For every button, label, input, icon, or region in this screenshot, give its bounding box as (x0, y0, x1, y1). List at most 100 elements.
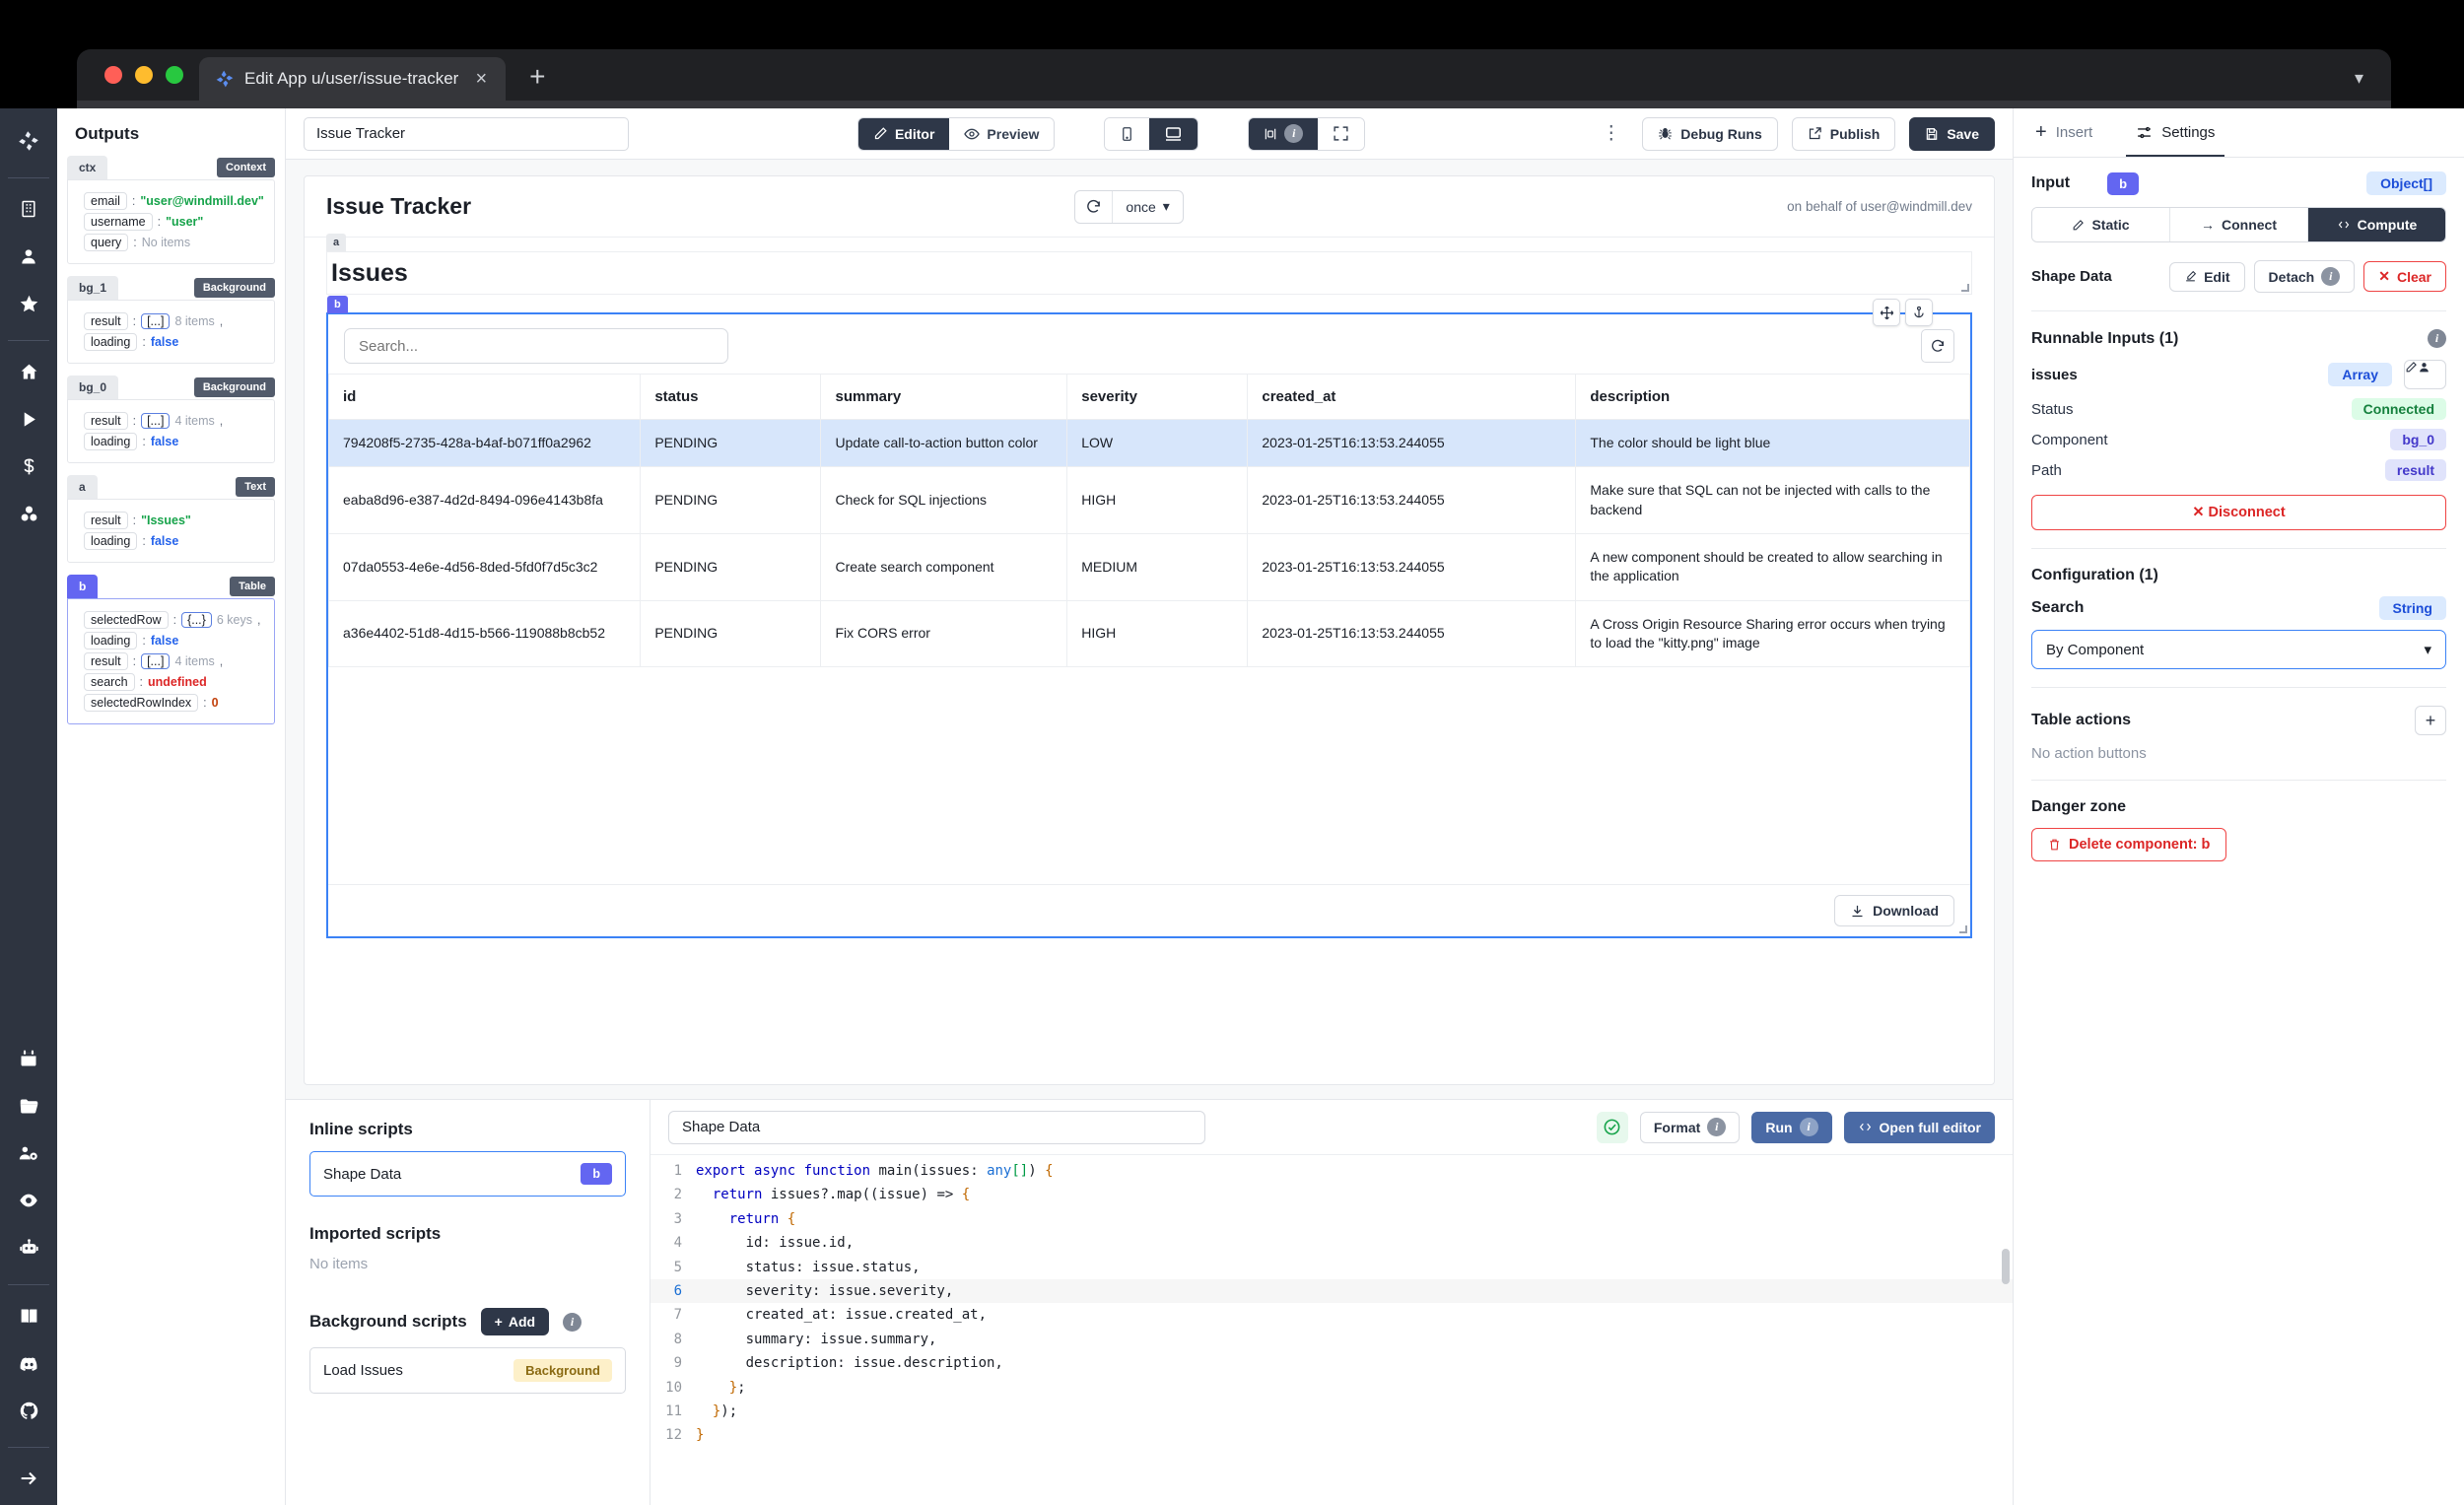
shape-detach-button[interactable]: Detach i (2253, 260, 2356, 293)
editor-preview-toggle[interactable]: Editor Preview (856, 116, 1056, 151)
output-expand-chip[interactable]: [...] (141, 313, 171, 329)
runs-play-icon[interactable] (11, 398, 46, 440)
add-background-script-button[interactable]: + Add (480, 1308, 550, 1335)
run-info-icon[interactable]: i (1799, 1118, 1818, 1136)
maximize-window-button[interactable] (166, 66, 183, 84)
runnable-user-icon[interactable] (2418, 361, 2430, 388)
output-card[interactable]: ctx Context email: "user@windmill.dev" usern… (67, 156, 275, 264)
table-row[interactable]: eaba8d96-e387-4d2d-8494-096e4143b8fa PEND… (327, 466, 1970, 534)
docs-book-icon[interactable] (11, 1295, 46, 1336)
tab-settings[interactable]: Settings (2114, 108, 2236, 157)
runnable-inputs-info-icon[interactable]: i (2428, 329, 2446, 348)
open-full-editor-button[interactable]: Open full editor (1843, 1111, 1995, 1143)
refresh-control[interactable]: once ▾ (1074, 189, 1184, 224)
output-card[interactable]: bg_1 Background result: [...] 8 items, loadin… (67, 276, 275, 364)
tab-insert[interactable]: + Insert (2014, 108, 2114, 157)
app-name-input[interactable] (304, 116, 629, 151)
download-button[interactable]: Download (1834, 895, 1954, 926)
panel-toggle[interactable]: i (1248, 116, 1366, 151)
collapse-arrow-icon[interactable] (11, 1458, 46, 1499)
workspace-icon[interactable] (11, 188, 46, 230)
discord-icon[interactable] (11, 1342, 46, 1384)
refresh-icon[interactable] (1075, 190, 1114, 223)
column-header[interactable]: description (1575, 374, 1970, 420)
move-handle-icon[interactable] (1873, 299, 1900, 326)
resources-icon[interactable] (11, 493, 46, 534)
publish-button[interactable]: Publish (1791, 116, 1896, 151)
groups-settings-icon[interactable] (11, 1132, 46, 1174)
script-name-input[interactable] (668, 1110, 1205, 1144)
mode-compute-button[interactable]: Compute (2308, 208, 2445, 241)
shape-edit-button[interactable]: Edit (2169, 261, 2245, 292)
shape-clear-button[interactable]: ✕ Clear (2363, 261, 2446, 292)
mode-static-button[interactable]: Static (2032, 208, 2170, 241)
column-header[interactable]: status (640, 374, 822, 420)
output-expand-chip[interactable]: [...] (141, 413, 171, 429)
windmill-logo-icon[interactable] (11, 120, 46, 162)
component-a-resize-handle[interactable] (1961, 284, 1969, 292)
search-config-select[interactable]: By Component ▾ (2031, 630, 2446, 669)
browser-tab[interactable]: Edit App u/user/issue-tracker × (199, 57, 507, 101)
component-a[interactable]: a Issues (326, 234, 1972, 295)
column-header[interactable]: summary (820, 374, 1068, 420)
more-options-icon[interactable]: ⋮ (1594, 124, 1628, 142)
anchor-handle-icon[interactable] (1905, 299, 1933, 326)
save-button[interactable]: Save (1909, 116, 1996, 151)
detach-info-icon[interactable]: i (2321, 267, 2341, 286)
inline-script-item[interactable]: Shape Data b (309, 1151, 626, 1197)
table-row[interactable]: 07da0553-4e6e-4d56-8ded-5fd0f7d5c3c2 PEND… (327, 532, 1970, 601)
user-icon[interactable] (11, 236, 46, 277)
input-mode-toggle[interactable]: Static → Connect Compute (2031, 207, 2446, 242)
desktop-view-button[interactable] (1149, 117, 1198, 150)
output-card[interactable]: a Text result: "Issues" loading: false (67, 475, 275, 563)
mode-connect-button[interactable]: → Connect (2170, 208, 2308, 241)
close-window-button[interactable] (104, 66, 122, 84)
variables-dollar-icon[interactable] (11, 445, 46, 487)
output-expand-chip[interactable]: {...} (181, 612, 212, 628)
toggle-outputs-button[interactable]: i (1249, 117, 1319, 150)
audit-eye-icon[interactable] (11, 1180, 46, 1221)
column-header[interactable]: severity (1066, 374, 1249, 420)
device-toggle[interactable] (1104, 116, 1199, 151)
format-info-icon[interactable]: i (1707, 1118, 1727, 1136)
component-b-resize-handle[interactable] (1959, 925, 1967, 933)
component-b-table[interactable]: b Search... id status summary severity c… (326, 296, 1972, 938)
github-icon[interactable] (11, 1390, 46, 1431)
code-area[interactable]: 1 export async function main(issues: any[… (650, 1155, 2013, 1505)
schedules-calendar-icon[interactable] (11, 1038, 46, 1079)
window-menu-chevron-icon[interactable]: ▾ (2355, 68, 2363, 89)
table-row[interactable]: a36e4402-51d8-4d15-b566-119088b8cb52 PEND… (327, 599, 1970, 668)
runnable-input-actions[interactable] (2404, 360, 2446, 389)
workers-robot-icon[interactable] (11, 1227, 46, 1268)
output-expand-chip[interactable]: [...] (141, 653, 171, 669)
output-card[interactable]: bg_0 Background result: [...] 4 items, loadin… (67, 376, 275, 463)
table-search-input[interactable] (344, 328, 728, 364)
add-table-action-button[interactable]: + (2415, 706, 2446, 735)
mobile-view-button[interactable] (1105, 117, 1150, 150)
output-card[interactable]: b Table selectedRow: {...} 6 keys, loading: fa… (67, 575, 275, 724)
window-controls[interactable] (97, 49, 199, 101)
refresh-mode-select[interactable]: once ▾ (1113, 191, 1182, 223)
background-scripts-info-icon[interactable]: i (563, 1312, 582, 1332)
table-row[interactable]: 794208f5-2735-428a-b4af-b071ff0a2962 PEND… (327, 418, 1970, 468)
runnable-connect-icon[interactable] (2430, 361, 2445, 388)
preview-tab[interactable]: Preview (949, 117, 1055, 150)
home-icon[interactable] (11, 351, 46, 392)
code-scrollbar[interactable] (2002, 1249, 2010, 1284)
runnable-edit-icon[interactable] (2405, 361, 2418, 388)
column-header[interactable]: created_at (1247, 374, 1577, 420)
editor-tab[interactable]: Editor (857, 117, 950, 150)
format-button[interactable]: Format i (1639, 1111, 1741, 1143)
component-handles[interactable] (1873, 299, 1933, 326)
panel-info-icon[interactable]: i (1284, 124, 1304, 143)
debug-runs-button[interactable]: Debug Runs (1642, 116, 1778, 151)
minimize-window-button[interactable] (135, 66, 153, 84)
table-refresh-button[interactable] (1921, 329, 1954, 363)
fullscreen-button[interactable] (1318, 117, 1365, 150)
disconnect-button[interactable]: ✕ Disconnect (2031, 495, 2446, 530)
favorites-star-icon[interactable] (11, 283, 46, 324)
background-script-item[interactable]: Load Issues Background (309, 1347, 626, 1394)
close-tab-button[interactable]: × (468, 66, 494, 92)
run-button[interactable]: Run i (1751, 1111, 1832, 1143)
folders-icon[interactable] (11, 1085, 46, 1127)
